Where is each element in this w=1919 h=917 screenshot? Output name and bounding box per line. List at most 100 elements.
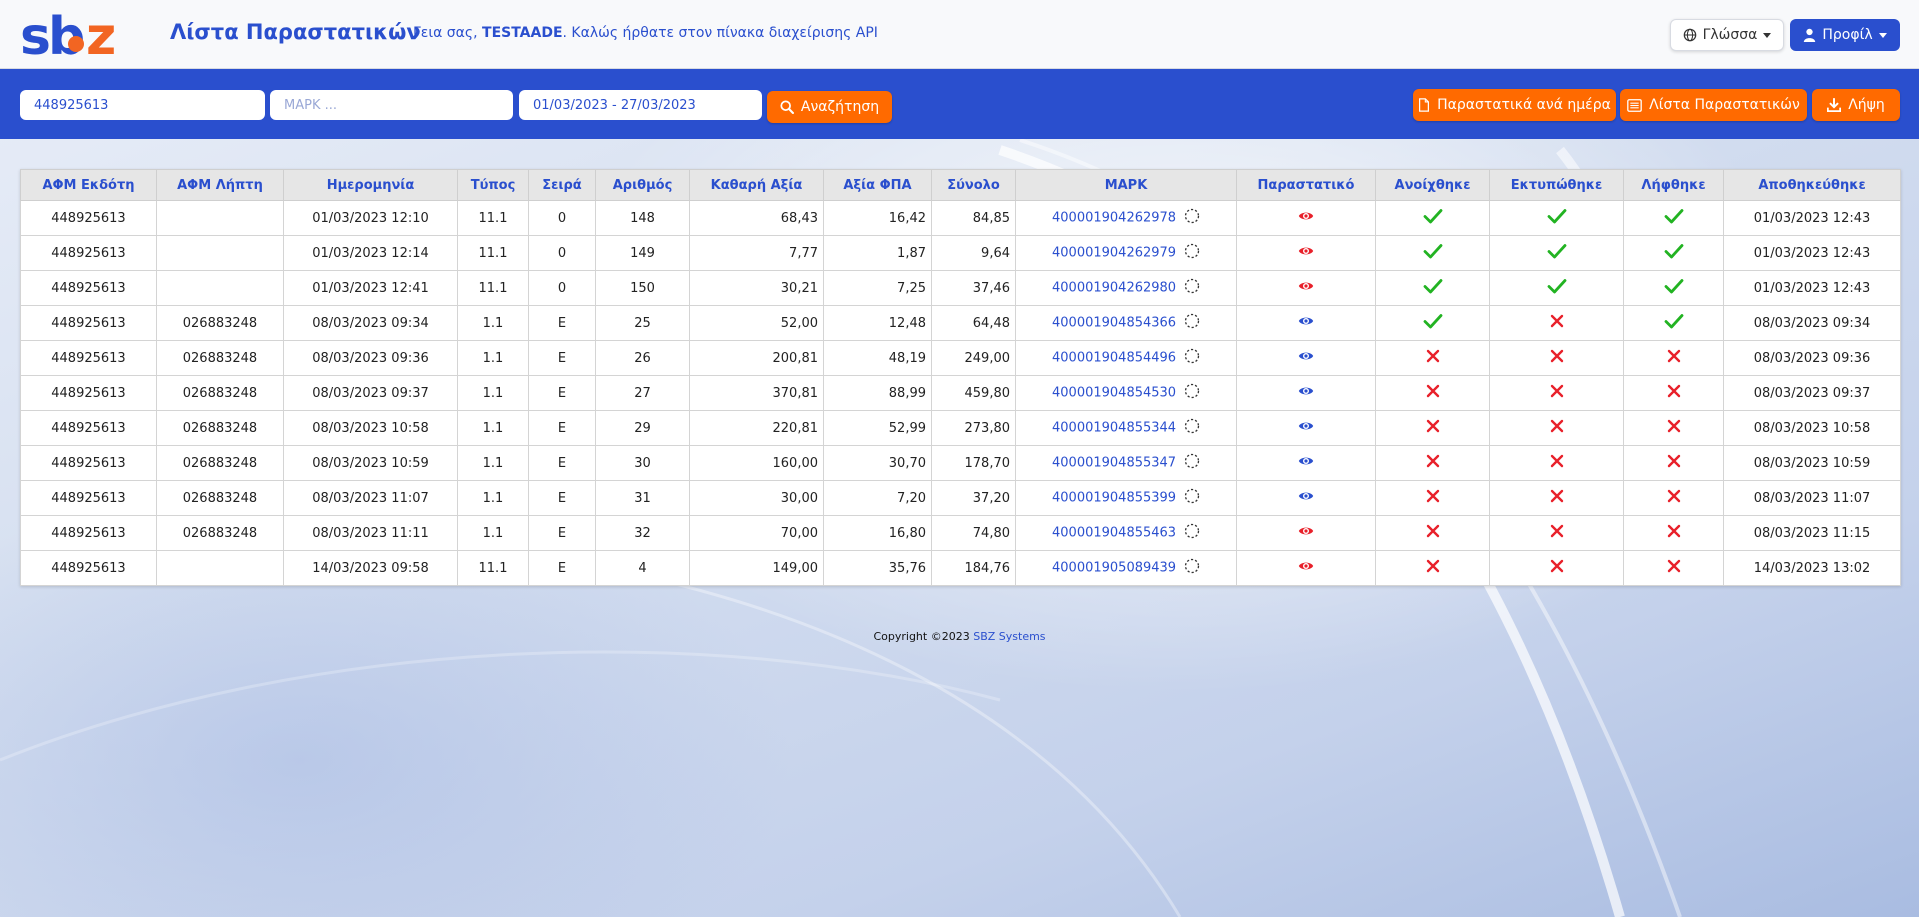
col-header-total[interactable]: Σύνολο [931, 169, 1016, 201]
loading-spinner-icon[interactable] [1184, 453, 1200, 473]
copyright-text: Copyright ©2023 [873, 630, 974, 643]
table-row[interactable]: 448925613 026883248 08/03/2023 09:36 1.1 E 26… [20, 340, 1901, 376]
eye-icon[interactable] [1298, 455, 1314, 471]
col-header-document[interactable]: Παραστατικό [1236, 169, 1376, 201]
profile-dropdown-button[interactable]: Προφίλ [1790, 19, 1900, 51]
loading-spinner-icon[interactable] [1184, 488, 1200, 508]
received-cell [1623, 515, 1724, 551]
col-header-afm-issuer[interactable]: ΑΦΜ Εκδότη [20, 169, 157, 201]
col-header-type[interactable]: Τύπος [457, 169, 529, 201]
opened-cell [1375, 235, 1490, 271]
eye-icon[interactable] [1298, 420, 1314, 436]
mark-link[interactable]: 400001904855463 [1052, 526, 1176, 541]
eye-icon[interactable] [1298, 525, 1314, 541]
document-cell [1236, 200, 1376, 236]
table-row[interactable]: 448925613 026883248 08/03/2023 09:34 1.1 E 25… [20, 305, 1901, 341]
number-cell: 25 [595, 305, 690, 341]
mark-link[interactable]: 400001904262978 [1052, 211, 1176, 226]
mark-link[interactable]: 400001904855347 [1052, 456, 1176, 471]
eye-icon[interactable] [1298, 350, 1314, 366]
eye-icon[interactable] [1298, 490, 1314, 506]
documents-list-button[interactable]: Λίστα Παραστατικών [1620, 89, 1807, 121]
mark-link[interactable]: 400001904262980 [1052, 281, 1176, 296]
number-cell: 148 [595, 200, 690, 236]
welcome-message: Γεια σας, TESTAADE. Καλώς ήρθατε στον πί… [413, 25, 878, 41]
afm-input[interactable] [20, 90, 265, 120]
printed-cell [1489, 305, 1624, 341]
mark-link[interactable]: 400001904854366 [1052, 316, 1176, 331]
received-cell [1623, 445, 1724, 481]
loading-spinner-icon[interactable] [1184, 278, 1200, 298]
col-header-net-value[interactable]: Καθαρή Αξία [689, 169, 824, 201]
check-icon [1423, 278, 1443, 298]
loading-spinner-icon[interactable] [1184, 208, 1200, 228]
col-header-vat-value[interactable]: Αξία ΦΠΑ [823, 169, 932, 201]
search-label: Αναζήτηση [800, 99, 880, 115]
eye-icon[interactable] [1298, 280, 1314, 296]
table-row[interactable]: 448925613 026883248 08/03/2023 11:11 1.1 E 32… [20, 515, 1901, 551]
saved-cell: 08/03/2023 11:15 [1723, 515, 1901, 551]
table-row[interactable]: 448925613 14/03/2023 09:58 11.1 E 4 149,00 35,… [20, 550, 1901, 586]
footer: Copyright ©2023 SBZ Systems [0, 630, 1919, 643]
col-header-opened[interactable]: Ανοίχθηκε [1375, 169, 1490, 201]
mark-link[interactable]: 400001904262979 [1052, 246, 1176, 261]
loading-spinner-icon[interactable] [1184, 243, 1200, 263]
loading-spinner-icon[interactable] [1184, 313, 1200, 333]
col-header-saved[interactable]: Αποθηκεύθηκε [1723, 169, 1901, 201]
afm-issuer-cell: 448925613 [20, 515, 157, 551]
table-row[interactable]: 448925613 01/03/2023 12:10 11.1 0 148 68,43 16… [20, 200, 1901, 236]
table-row[interactable]: 448925613 01/03/2023 12:14 11.1 0 149 7,77 1,8… [20, 235, 1901, 271]
col-header-number[interactable]: Αριθμός [595, 169, 690, 201]
sbz-logo[interactable]: sb z [20, 7, 130, 67]
search-button[interactable]: Αναζήτηση [767, 91, 892, 123]
afm-recipient-cell: 026883248 [156, 340, 284, 376]
language-dropdown-button[interactable]: Γλώσσα [1670, 19, 1784, 51]
loading-spinner-icon[interactable] [1184, 523, 1200, 543]
eye-icon[interactable] [1298, 245, 1314, 261]
eye-icon[interactable] [1298, 560, 1314, 576]
type-cell: 1.1 [457, 340, 529, 376]
eye-icon[interactable] [1298, 385, 1314, 401]
net-value-cell: 52,00 [689, 305, 824, 341]
company-link[interactable]: SBZ Systems [973, 630, 1045, 643]
table-row[interactable]: 448925613 01/03/2023 12:41 11.1 0 150 30,21 7,… [20, 270, 1901, 306]
documents-per-day-button[interactable]: Παραστατικά ανά ημέρα [1413, 89, 1616, 121]
table-row[interactable]: 448925613 026883248 08/03/2023 09:37 1.1 E 27… [20, 375, 1901, 411]
mark-link[interactable]: 400001904854530 [1052, 386, 1176, 401]
documents-list-label: Λίστα Παραστατικών [1649, 97, 1800, 113]
net-value-cell: 149,00 [689, 550, 824, 586]
received-cell [1623, 375, 1724, 411]
table-row[interactable]: 448925613 026883248 08/03/2023 11:07 1.1 E 31… [20, 480, 1901, 516]
mark-link[interactable]: 400001904854496 [1052, 351, 1176, 366]
welcome-suffix: . Καλώς ήρθατε στον πίνακα διαχείρισης A… [562, 25, 878, 41]
mark-cell: 400001905089439 [1015, 550, 1237, 586]
loading-spinner-icon[interactable] [1184, 383, 1200, 403]
col-header-received[interactable]: Λήφθηκε [1623, 169, 1724, 201]
mark-search-input[interactable] [270, 90, 513, 120]
date-cell: 08/03/2023 09:34 [283, 305, 458, 341]
net-value-cell: 30,21 [689, 270, 824, 306]
mark-link[interactable]: 400001904855344 [1052, 421, 1176, 436]
col-header-date[interactable]: Ημερομηνία [283, 169, 458, 201]
date-cell: 01/03/2023 12:14 [283, 235, 458, 271]
loading-spinner-icon[interactable] [1184, 348, 1200, 368]
col-header-series[interactable]: Σειρά [528, 169, 596, 201]
col-header-afm-recipient[interactable]: ΑΦΜ Λήπτη [156, 169, 284, 201]
date-range-input[interactable] [519, 90, 762, 120]
received-cell [1623, 340, 1724, 376]
afm-issuer-cell: 448925613 [20, 410, 157, 446]
mark-link[interactable]: 400001904855399 [1052, 491, 1176, 506]
loading-spinner-icon[interactable] [1184, 558, 1200, 578]
loading-spinner-icon[interactable] [1184, 418, 1200, 438]
col-header-mark[interactable]: ΜΑΡΚ [1015, 169, 1237, 201]
mark-link[interactable]: 400001905089439 [1052, 561, 1176, 576]
vat-value-cell: 52,99 [823, 410, 932, 446]
download-button[interactable]: Λήψη [1812, 89, 1900, 121]
col-header-printed[interactable]: Εκτυπώθηκε [1489, 169, 1624, 201]
table-row[interactable]: 448925613 026883248 08/03/2023 10:58 1.1 E 29… [20, 410, 1901, 446]
eye-icon[interactable] [1298, 210, 1314, 226]
eye-icon[interactable] [1298, 315, 1314, 331]
table-row[interactable]: 448925613 026883248 08/03/2023 10:59 1.1 E 30… [20, 445, 1901, 481]
net-value-cell: 160,00 [689, 445, 824, 481]
printed-cell [1489, 270, 1624, 306]
